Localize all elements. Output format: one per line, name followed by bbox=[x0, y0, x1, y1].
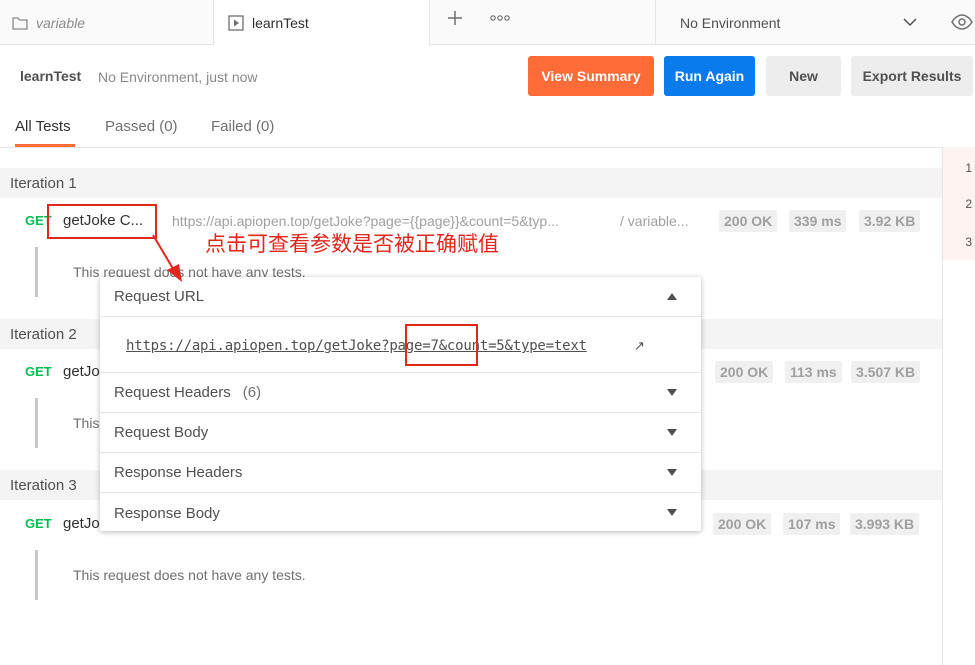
runner-title: learnTest bbox=[20, 68, 82, 84]
plus-icon bbox=[448, 11, 462, 25]
caret-up-icon bbox=[667, 293, 677, 300]
iteration-minimap: 1 2 3 bbox=[942, 147, 975, 665]
status-badge: 200 OK bbox=[713, 513, 772, 535]
new-run-button[interactable]: New bbox=[766, 56, 841, 96]
caret-down-icon bbox=[667, 509, 677, 516]
request-headers-label: Request Headers bbox=[114, 384, 231, 401]
tab-bar: variable learnTest No Environment bbox=[0, 0, 975, 46]
iteration-header-1: Iteration 1 bbox=[0, 168, 942, 198]
tab-variable-label: variable bbox=[36, 14, 86, 31]
more-horizontal-icon bbox=[490, 15, 510, 21]
results-filter-tabs: All Tests Passed (0) Failed (0) bbox=[0, 110, 975, 148]
test-note-3: This request does not have any tests. bbox=[35, 550, 435, 600]
response-body-section[interactable]: Response Body bbox=[100, 493, 701, 533]
tab-all-tests[interactable]: All Tests bbox=[15, 118, 71, 135]
chevron-down-icon bbox=[903, 14, 917, 30]
request-method: GET bbox=[25, 364, 52, 379]
request-method: GET bbox=[25, 516, 52, 531]
annotation-text: 点击可查看参数是否被正确赋值 bbox=[205, 232, 499, 256]
request-headers-count: (6) bbox=[242, 384, 262, 401]
annotation-arrow-icon bbox=[152, 234, 182, 282]
tab-failed[interactable]: Failed (0) bbox=[211, 118, 274, 135]
tab-learntest-label: learnTest bbox=[252, 15, 309, 31]
folder-icon bbox=[12, 16, 28, 30]
request-url-label: Request URL bbox=[114, 288, 205, 305]
size-badge: 3.507 KB bbox=[851, 361, 921, 383]
environment-selected: No Environment bbox=[680, 14, 781, 31]
time-badge: 339 ms bbox=[789, 210, 847, 232]
caret-down-icon bbox=[667, 389, 677, 396]
minimap-item-2[interactable]: 2 bbox=[943, 197, 975, 211]
request-name[interactable]: getJo bbox=[63, 363, 100, 380]
request-url-section[interactable]: Request URL bbox=[100, 277, 701, 317]
caret-down-icon bbox=[667, 429, 677, 436]
response-body-label: Response Body bbox=[114, 504, 220, 522]
response-headers-section[interactable]: Response Headers bbox=[100, 453, 701, 493]
annotation-box-request-name bbox=[47, 204, 157, 239]
annotation-box-url-params bbox=[405, 324, 478, 366]
external-link-icon[interactable]: ↗ bbox=[634, 338, 645, 354]
environment-select[interactable]: No Environment bbox=[655, 0, 935, 45]
runner-meta: No Environment, just now bbox=[98, 69, 258, 85]
status-badge: 200 OK bbox=[715, 361, 774, 383]
size-badge: 3.92 KB bbox=[859, 210, 921, 232]
environment-quick-look-button[interactable] bbox=[950, 10, 975, 34]
status-badge: 200 OK bbox=[719, 210, 778, 232]
time-badge: 113 ms bbox=[785, 361, 842, 383]
run-again-button[interactable]: Run Again bbox=[664, 56, 755, 96]
test-note-text: This request does not have any tests. bbox=[73, 567, 306, 583]
test-note-text: This bbox=[73, 415, 100, 431]
tab-variable[interactable]: variable bbox=[0, 0, 214, 45]
active-tab-indicator bbox=[15, 144, 75, 147]
new-tab-button[interactable] bbox=[444, 9, 466, 31]
tab-passed[interactable]: Passed (0) bbox=[105, 118, 178, 135]
request-collection: / variable... bbox=[620, 213, 689, 229]
eye-icon bbox=[951, 14, 973, 30]
minimap-item-3[interactable]: 3 bbox=[943, 235, 975, 249]
more-tabs-button[interactable] bbox=[488, 11, 512, 31]
view-summary-button[interactable]: View Summary bbox=[528, 56, 654, 96]
runner-icon bbox=[228, 15, 244, 31]
full-request-url[interactable]: https://api.apiopen.top/getJoke?page=7&c… bbox=[126, 338, 587, 354]
request-body-section[interactable]: Request Body bbox=[100, 413, 701, 453]
caret-down-icon bbox=[667, 469, 677, 476]
request-url-content: https://api.apiopen.top/getJoke?page=7&c… bbox=[100, 318, 701, 373]
request-name[interactable]: getJo bbox=[63, 515, 100, 532]
export-results-button[interactable]: Export Results bbox=[851, 56, 973, 96]
time-badge: 107 ms bbox=[783, 513, 841, 535]
request-headers-section[interactable]: Request Headers (6) bbox=[100, 373, 701, 413]
request-details-popover: Request URL https://api.apiopen.top/getJ… bbox=[100, 277, 701, 531]
request-url: https://api.apiopen.top/getJoke?page={{p… bbox=[172, 213, 559, 229]
tab-learntest[interactable]: learnTest bbox=[214, 0, 430, 46]
size-badge: 3.993 KB bbox=[850, 513, 920, 535]
response-headers-label: Response Headers bbox=[114, 464, 243, 481]
minimap-item-1[interactable]: 1 bbox=[943, 161, 975, 175]
request-body-label: Request Body bbox=[114, 424, 209, 441]
